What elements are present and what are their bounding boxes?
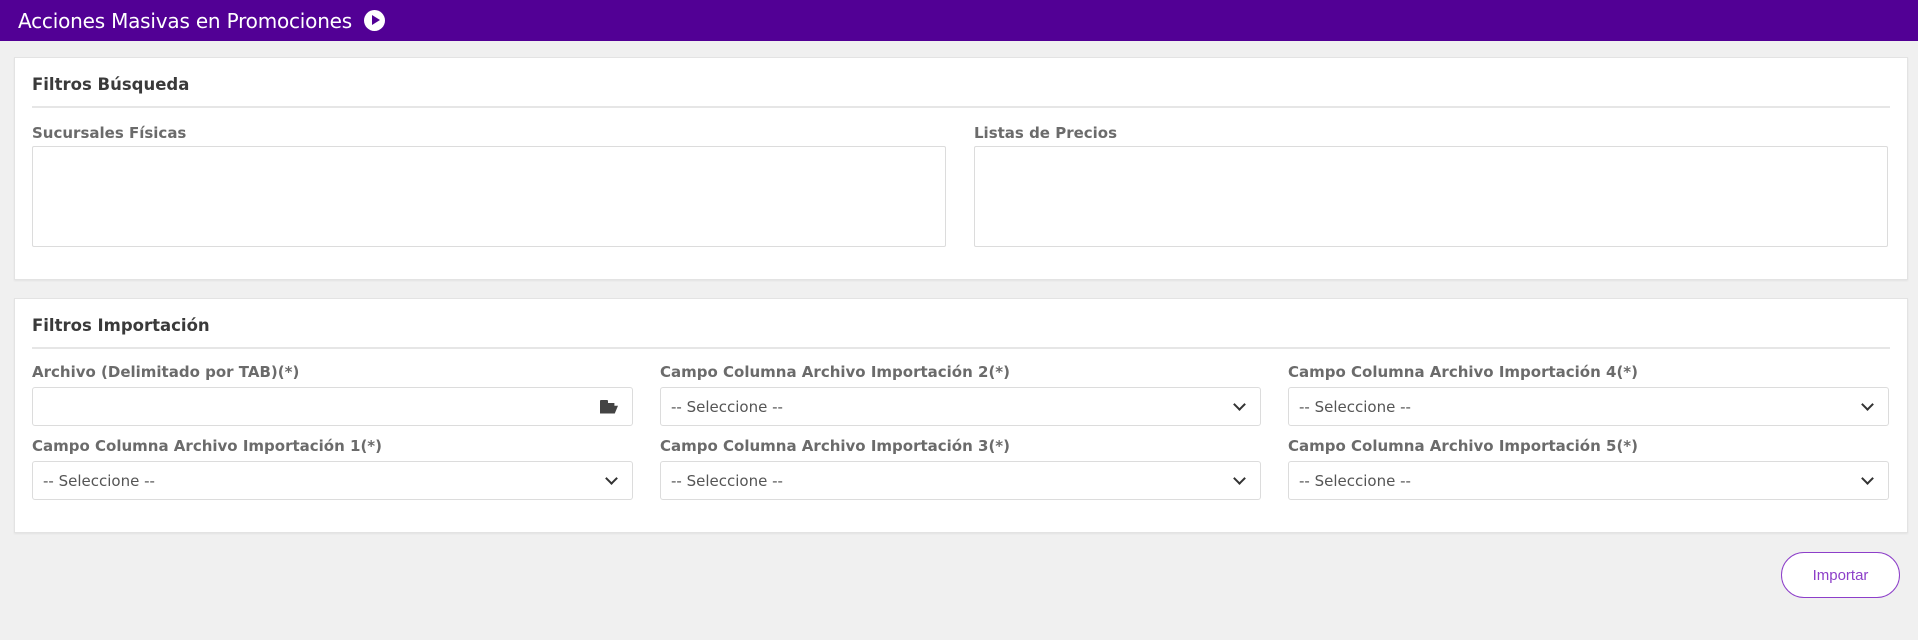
divider xyxy=(32,106,1890,108)
search-filters-title: Filtros Búsqueda xyxy=(32,75,190,94)
archivo-label: Archivo (Delimitado por TAB)(*) xyxy=(32,363,300,381)
campo1-label: Campo Columna Archivo Importación 1(*) xyxy=(32,437,383,455)
campo4-value: -- Seleccione -- xyxy=(1299,397,1411,416)
archivo-file-input[interactable] xyxy=(32,387,633,426)
campo2-value: -- Seleccione -- xyxy=(671,397,783,416)
chevron-down-icon xyxy=(1861,471,1874,485)
campo3-label: Campo Columna Archivo Importación 3(*) xyxy=(660,437,1011,455)
campo1-value: -- Seleccione -- xyxy=(43,471,155,490)
campo4-label: Campo Columna Archivo Importación 4(*) xyxy=(1288,363,1639,381)
campo2-select[interactable]: -- Seleccione -- xyxy=(660,387,1261,426)
sucursales-field[interactable] xyxy=(32,146,946,247)
campo5-select[interactable]: -- Seleccione -- xyxy=(1288,461,1889,500)
campo5-label: Campo Columna Archivo Importación 5(*) xyxy=(1288,437,1639,455)
campo4-select[interactable]: -- Seleccione -- xyxy=(1288,387,1889,426)
import-filters-title: Filtros Importación xyxy=(32,316,210,335)
listas-precios-field[interactable] xyxy=(974,146,1888,247)
page-title: Acciones Masivas en Promociones xyxy=(18,8,353,33)
play-circle-icon[interactable] xyxy=(364,10,386,31)
chevron-down-icon xyxy=(1233,397,1246,411)
page-header: Acciones Masivas en Promociones xyxy=(0,0,1918,41)
chevron-down-icon xyxy=(605,471,618,485)
sucursales-label: Sucursales Físicas xyxy=(32,124,187,142)
chevron-down-icon xyxy=(1861,397,1874,411)
campo1-select[interactable]: -- Seleccione -- xyxy=(32,461,633,500)
campo5-value: -- Seleccione -- xyxy=(1299,471,1411,490)
search-filters-panel: Filtros Búsqueda Sucursales Físicas List… xyxy=(14,57,1908,280)
divider xyxy=(32,347,1890,349)
import-filters-panel: Filtros Importación Archivo (Delimitado … xyxy=(14,298,1908,533)
listas-label: Listas de Precios xyxy=(974,124,1118,142)
import-button[interactable]: Importar xyxy=(1781,552,1900,598)
campo2-label: Campo Columna Archivo Importación 2(*) xyxy=(660,363,1011,381)
chevron-down-icon xyxy=(1233,471,1246,485)
campo3-value: -- Seleccione -- xyxy=(671,471,783,490)
folder-open-icon[interactable] xyxy=(600,399,618,414)
campo3-select[interactable]: -- Seleccione -- xyxy=(660,461,1261,500)
